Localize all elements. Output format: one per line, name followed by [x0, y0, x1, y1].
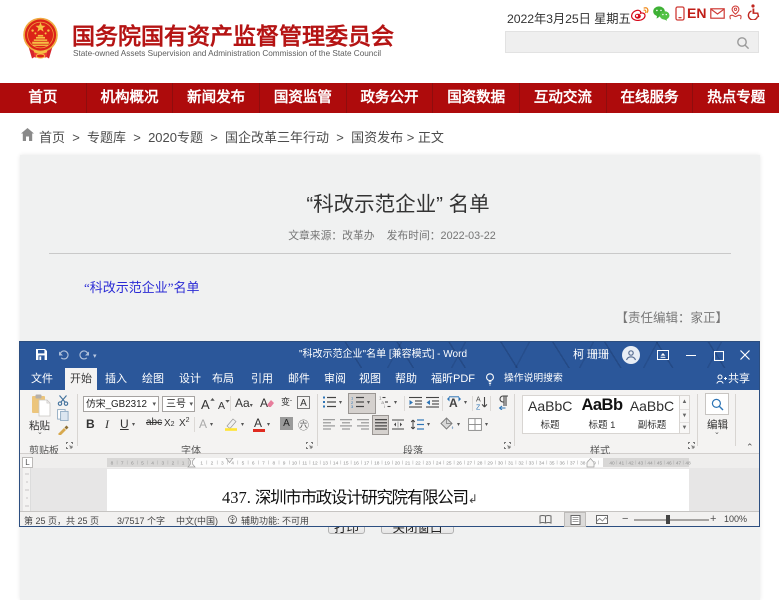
svg-text:20: 20 [395, 461, 401, 467]
svg-text:i: i [384, 404, 385, 408]
svg-text:30: 30 [498, 461, 504, 467]
svg-text:31: 31 [508, 461, 514, 467]
svg-text:A: A [218, 400, 225, 410]
svg-text:7: 7 [121, 461, 124, 467]
svg-text:8: 8 [272, 461, 275, 467]
svg-text:15: 15 [343, 461, 349, 467]
svg-text:26: 26 [457, 461, 463, 467]
svg-text:25: 25 [446, 461, 452, 467]
svg-text:2: 2 [172, 461, 175, 467]
svg-text:19: 19 [384, 461, 390, 467]
svg-text:46: 46 [666, 461, 672, 467]
svg-text:22: 22 [415, 461, 421, 467]
svg-text:11: 11 [302, 461, 307, 467]
svg-text:1: 1 [200, 461, 203, 467]
svg-text:A: A [449, 396, 458, 409]
svg-text:24: 24 [436, 461, 442, 467]
svg-text:33: 33 [529, 461, 535, 467]
svg-text:10: 10 [292, 461, 298, 467]
svg-text:27: 27 [467, 461, 473, 467]
svg-text:21: 21 [405, 461, 411, 467]
svg-text:36: 36 [560, 461, 566, 467]
svg-text:43: 43 [638, 461, 644, 467]
svg-text:2: 2 [211, 461, 214, 467]
svg-text:1: 1 [182, 461, 185, 467]
svg-text:5: 5 [242, 461, 245, 467]
svg-text:29: 29 [487, 461, 493, 467]
svg-text:A: A [201, 397, 210, 410]
svg-text:34: 34 [539, 461, 545, 467]
svg-text:47: 47 [676, 461, 682, 467]
svg-text:13: 13 [323, 461, 329, 467]
svg-text:41: 41 [619, 461, 625, 467]
svg-text:42: 42 [628, 461, 634, 467]
svg-text:38: 38 [580, 461, 586, 467]
svg-text:35: 35 [549, 461, 555, 467]
svg-text:4: 4 [151, 461, 154, 467]
svg-text:14: 14 [333, 461, 339, 467]
svg-text:3: 3 [161, 461, 164, 467]
svg-text:4: 4 [231, 461, 234, 467]
svg-text:7: 7 [262, 461, 265, 467]
svg-text:5: 5 [141, 461, 144, 467]
svg-text:18: 18 [374, 461, 380, 467]
svg-text:17: 17 [364, 461, 370, 467]
svg-text:12: 12 [312, 461, 318, 467]
svg-text:32: 32 [518, 461, 524, 467]
svg-text:37: 37 [570, 461, 576, 467]
svg-text:40: 40 [609, 461, 615, 467]
svg-text:Z: Z [476, 405, 481, 411]
svg-text:44: 44 [647, 461, 653, 467]
svg-text:16: 16 [354, 461, 360, 467]
svg-text:3: 3 [351, 404, 354, 408]
svg-text:9: 9 [283, 461, 286, 467]
svg-text:6: 6 [252, 461, 255, 467]
svg-text:6: 6 [131, 461, 134, 467]
svg-text:28: 28 [477, 461, 483, 467]
svg-text:48: 48 [685, 461, 691, 467]
svg-text:23: 23 [426, 461, 432, 467]
svg-text:A: A [476, 397, 481, 404]
svg-text:8: 8 [111, 461, 114, 467]
svg-text:3: 3 [221, 461, 224, 467]
svg-text:45: 45 [657, 461, 663, 467]
